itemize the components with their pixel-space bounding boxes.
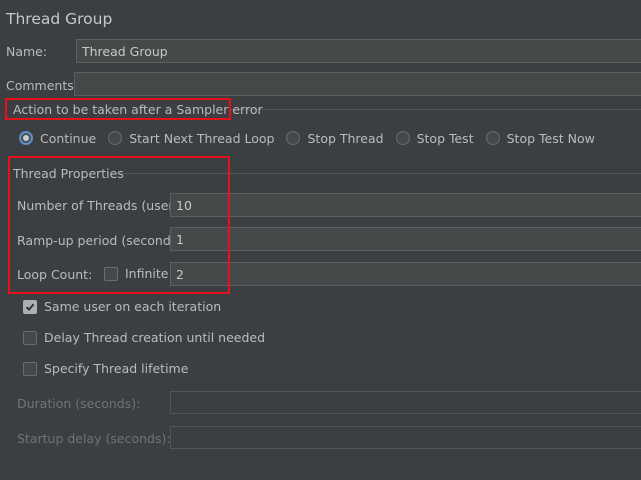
startup-delay-label: Startup delay (seconds):	[17, 431, 171, 446]
page-title: Thread Group	[6, 10, 113, 28]
radio-continue[interactable]: Continue	[19, 131, 96, 146]
radio-label: Start Next Thread Loop	[129, 130, 275, 146]
same-user-label: Same user on each iteration	[44, 299, 222, 314]
name-label: Name:	[6, 44, 48, 59]
radio-label: Continue	[40, 130, 97, 146]
radio-button-icon[interactable]	[286, 131, 301, 145]
same-user-checkbox[interactable]: Same user on each iteration	[23, 299, 221, 314]
delay-thread-label: Delay Thread creation until needed	[44, 330, 266, 345]
sampler-error-radio-group: Continue Start Next Thread Loop Stop Thr…	[19, 128, 607, 148]
startup-delay-field[interactable]	[170, 426, 641, 449]
rampup-field[interactable]: 1	[170, 227, 641, 251]
radio-stop-test[interactable]: Stop Test	[395, 130, 474, 146]
radio-button-icon[interactable]	[395, 131, 410, 145]
radio-button-icon[interactable]	[19, 131, 33, 145]
radio-button-icon[interactable]	[485, 131, 500, 145]
delay-thread-checkbox[interactable]: Delay Thread creation until needed	[23, 330, 265, 345]
radio-label: Stop Thread	[307, 130, 384, 146]
comments-field[interactable]	[74, 72, 641, 96]
checkbox-icon[interactable]	[23, 330, 37, 345]
radio-start-next-thread-loop[interactable]: Start Next Thread Loop	[108, 131, 274, 146]
radio-label: Stop Test	[416, 130, 474, 146]
radio-button-icon[interactable]	[108, 131, 123, 145]
comments-label: Comments:	[6, 78, 78, 93]
sampler-error-legend: Action to be taken after a Sampler error	[13, 102, 263, 117]
thread-lifetime-label: Specify Thread lifetime	[44, 361, 189, 376]
duration-label: Duration (seconds):	[17, 396, 141, 411]
threads-field[interactable]: 10	[170, 193, 641, 217]
thread-lifetime-checkbox[interactable]: Specify Thread lifetime	[23, 361, 188, 376]
checkbox-icon[interactable]	[23, 361, 37, 376]
name-field[interactable]: Thread Group	[76, 39, 641, 63]
radio-stop-thread[interactable]: Stop Thread	[286, 130, 384, 146]
highlight-box-thread-properties	[8, 156, 230, 294]
radio-stop-test-now[interactable]: Stop Test Now	[485, 130, 595, 146]
loop-count-field[interactable]: 2	[170, 262, 641, 286]
checkbox-checked-icon[interactable]	[23, 299, 37, 314]
duration-field[interactable]	[170, 391, 641, 414]
radio-label: Stop Test Now	[506, 130, 595, 146]
sampler-error-separator	[230, 109, 641, 110]
thread-group-panel: Thread Group Name: Thread Group Comments…	[0, 0, 641, 480]
